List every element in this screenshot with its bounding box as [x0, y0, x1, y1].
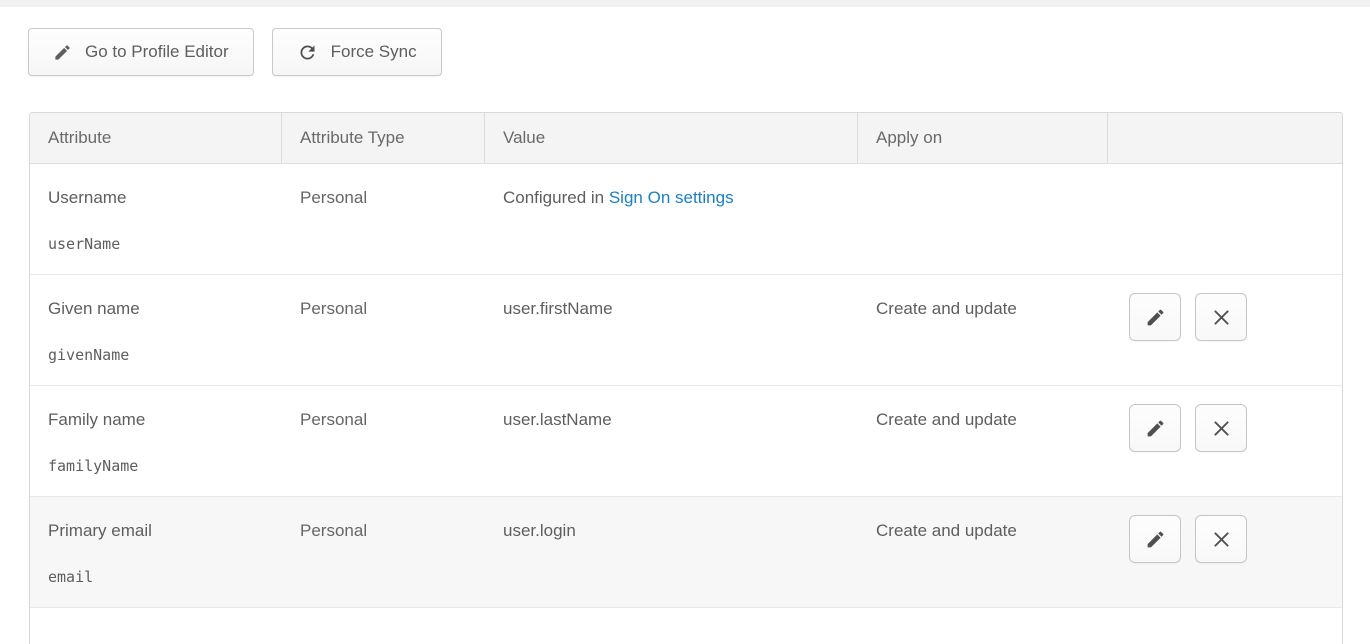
attribute-cell: Primary email email — [30, 497, 282, 608]
sign-on-settings-link[interactable]: Sign On settings — [609, 188, 734, 207]
table-header-row: Attribute Attribute Type Value Apply on — [30, 113, 1342, 164]
close-icon — [1211, 529, 1232, 550]
top-edge-strip — [0, 0, 1370, 7]
column-header-attribute: Attribute — [30, 113, 282, 164]
row-actions — [1108, 386, 1342, 497]
table-row-username: Username userName Personal Configured in… — [30, 164, 1342, 275]
force-sync-button[interactable]: Force Sync — [272, 28, 442, 76]
attribute-cell: Family name familyName — [30, 386, 282, 497]
apply-on-value: Create and update — [858, 275, 1108, 386]
sync-icon — [297, 42, 318, 63]
attribute-variable-name: familyName — [48, 456, 272, 476]
column-header-attribute-type: Attribute Type — [282, 113, 485, 164]
row-actions — [1108, 164, 1342, 275]
table-row-primary-email: Primary email email Personal user.login … — [30, 497, 1342, 608]
attribute-label: Given name — [48, 299, 272, 319]
attribute-label: Username — [48, 188, 272, 208]
pencil-icon — [53, 43, 72, 62]
column-header-apply-on: Apply on — [858, 113, 1108, 164]
column-header-actions — [1108, 113, 1342, 164]
attribute-variable-name: givenName — [48, 345, 272, 365]
remove-attribute-button[interactable] — [1195, 293, 1247, 341]
apply-on-value: Create and update — [858, 386, 1108, 497]
value-text: Configured in — [503, 188, 609, 207]
table-row-family-name: Family name familyName Personal user.las… — [30, 386, 1342, 497]
attribute-cell: Username userName — [30, 164, 282, 275]
attribute-cell: Given name givenName — [30, 275, 282, 386]
value-cell: Configured in Sign On settings — [485, 164, 858, 275]
value-cell: user.login — [485, 497, 858, 608]
pencil-icon — [1145, 418, 1166, 439]
apply-on-value — [858, 164, 1108, 275]
pencil-icon — [1145, 307, 1166, 328]
edit-attribute-button[interactable] — [1129, 293, 1181, 341]
attribute-variable-name: userName — [48, 234, 272, 254]
apply-on-value: Create and update — [858, 497, 1108, 608]
attribute-type: Personal — [282, 386, 485, 497]
row-actions — [1108, 497, 1342, 608]
go-to-profile-editor-button[interactable]: Go to Profile Editor — [28, 28, 254, 76]
remove-attribute-button[interactable] — [1195, 515, 1247, 563]
partial-row-cell — [30, 608, 1342, 644]
attribute-type: Personal — [282, 275, 485, 386]
column-header-value: Value — [485, 113, 858, 164]
go-to-profile-editor-label: Go to Profile Editor — [85, 42, 229, 62]
attribute-type: Personal — [282, 164, 485, 275]
table-row-partial — [30, 608, 1342, 644]
close-icon — [1211, 307, 1232, 328]
pencil-icon — [1145, 529, 1166, 550]
row-actions — [1108, 275, 1342, 386]
table-row-given-name: Given name givenName Personal user.first… — [30, 275, 1342, 386]
attribute-variable-name: email — [48, 567, 272, 587]
value-cell: user.lastName — [485, 386, 858, 497]
edit-attribute-button[interactable] — [1129, 404, 1181, 452]
toolbar: Go to Profile Editor Force Sync — [28, 28, 1370, 76]
edit-attribute-button[interactable] — [1129, 515, 1181, 563]
close-icon — [1211, 418, 1232, 439]
attribute-mappings-table: Attribute Attribute Type Value Apply on … — [29, 112, 1343, 644]
remove-attribute-button[interactable] — [1195, 404, 1247, 452]
attribute-label: Family name — [48, 410, 272, 430]
value-cell: user.firstName — [485, 275, 858, 386]
attribute-type: Personal — [282, 497, 485, 608]
attribute-label: Primary email — [48, 521, 272, 541]
force-sync-label: Force Sync — [331, 42, 417, 62]
